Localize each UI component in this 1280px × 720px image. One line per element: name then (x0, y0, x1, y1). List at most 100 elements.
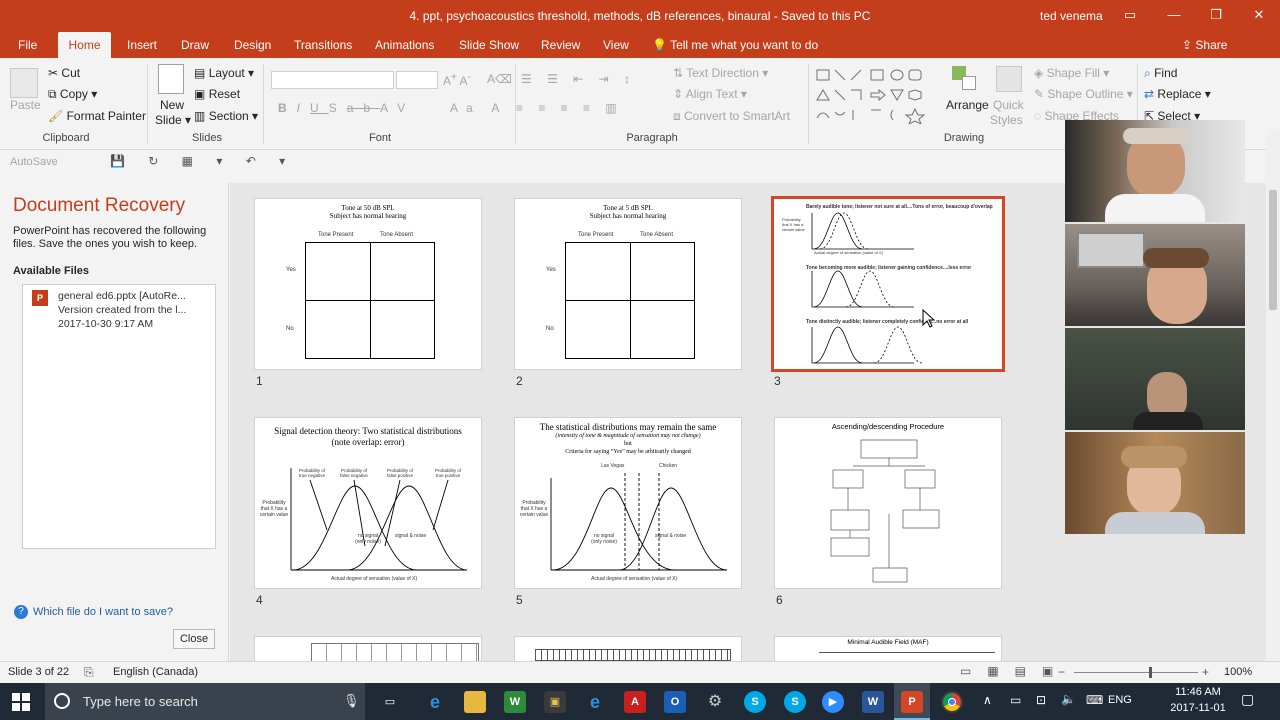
language-status[interactable]: English (Canada) (113, 666, 198, 678)
cut-button[interactable]: ✂ Cut (48, 66, 80, 80)
settings-gear-icon[interactable]: ⚙ (704, 691, 726, 713)
which-file-link[interactable]: Which file do I want to save? (33, 606, 173, 618)
file-explorer-icon[interactable] (464, 691, 486, 713)
text-direction-button[interactable]: ⇅ Text Direction ▾ (673, 66, 768, 80)
skype-icon[interactable]: S (744, 691, 766, 713)
align-icons[interactable]: ≡ ≡ ≡ ≡ ▥ (516, 101, 623, 115)
zoom-level[interactable]: 100% (1224, 666, 1252, 678)
recovered-file-item[interactable]: P general ed6.pptx [AutoRe... Version cr… (23, 285, 215, 339)
slide-thumbnail-8[interactable] (514, 636, 742, 661)
video-tile-participant-3[interactable] (1065, 328, 1245, 430)
share-button[interactable]: ⇪ Share (1182, 32, 1227, 58)
zoom-app-icon[interactable]: ▶ (822, 691, 844, 713)
new-slide-button-line2[interactable]: Slide ▾ (155, 113, 191, 127)
task-view-icon[interactable]: ▭ (379, 691, 401, 713)
zoom-out-icon[interactable]: − (1058, 665, 1065, 679)
volume-icon[interactable]: 🔈 (1061, 692, 1076, 706)
arrange-icon[interactable] (952, 66, 978, 92)
zoom-slider[interactable] (1074, 672, 1198, 673)
slide-thumbnail-5[interactable]: The statistical distributions may remain… (514, 417, 742, 589)
slide-thumbnail-3[interactable]: Barely audible tone; listener not sure a… (771, 196, 1005, 372)
slide-thumbnail-9[interactable]: Minimal Audible Field (MAF) (774, 636, 1002, 661)
new-slide-icon[interactable] (158, 64, 184, 94)
qat-icons[interactable]: 💾 ↻ ▦ ▾ ↶ ▾ (110, 154, 295, 168)
layout-button[interactable]: ▤ Layout ▾ (194, 66, 254, 80)
clock-time[interactable]: 11:46 AM (1172, 686, 1224, 698)
tab-review[interactable]: Review (535, 32, 586, 58)
video-tile-participant-2[interactable] (1065, 224, 1245, 326)
copy-button[interactable]: ⧉ Copy ▾ (48, 87, 97, 102)
quick-styles-icon[interactable] (996, 66, 1022, 92)
ribbon-display-icon[interactable]: ▭ (1120, 6, 1140, 24)
maximize-icon[interactable]: ❐ (1206, 6, 1226, 24)
internet-explorer-icon[interactable]: e (584, 691, 606, 713)
input-language[interactable]: ENG (1108, 694, 1132, 706)
paste-icon[interactable] (10, 68, 38, 98)
scrollbar-thumb[interactable] (1269, 190, 1277, 310)
zoom-in-icon[interactable]: + (1202, 665, 1209, 679)
edge-icon[interactable]: e (424, 691, 446, 713)
tab-home[interactable]: Home (58, 32, 111, 58)
font-name-box[interactable] (271, 71, 394, 89)
video-tile-participant-1[interactable] (1065, 120, 1245, 222)
zoom-slider-thumb[interactable] (1149, 667, 1152, 678)
list-icons[interactable]: ☰ ☰ ⇤ ⇥ ↕ (521, 72, 636, 86)
windows-start-icon[interactable] (12, 693, 30, 711)
font-style-icons[interactable]: BIUSabAV (278, 101, 415, 115)
new-slide-button[interactable]: New (160, 98, 184, 112)
close-window-icon[interactable]: ✕ (1249, 6, 1269, 24)
reset-button[interactable]: ▣ Reset (194, 87, 240, 101)
slide-thumbnail-4[interactable]: Signal detection theory: Two statistical… (254, 417, 482, 589)
powerpoint-icon[interactable]: P (901, 691, 923, 713)
view-buttons[interactable]: ▭▦▤▣ (960, 664, 1069, 678)
replace-button[interactable]: ⇄ Replace ▾ (1144, 87, 1211, 101)
tab-file[interactable]: File (12, 32, 43, 58)
tell-me-box[interactable]: 💡 Tell me what you want to do (652, 32, 818, 58)
quick-styles-button[interactable]: Quick (993, 98, 1024, 112)
acrobat-icon[interactable]: A (624, 691, 646, 713)
word-icon[interactable]: W (862, 691, 884, 713)
microphone-icon[interactable]: 🎙 (343, 693, 360, 709)
tab-draw[interactable]: Draw (175, 32, 215, 58)
format-painter-button[interactable]: 🖌 Format Painter (48, 109, 146, 123)
tab-design[interactable]: Design (228, 32, 277, 58)
tab-transitions[interactable]: Transitions (288, 32, 358, 58)
slide-thumbnail-2[interactable]: Tone at 5 dB SPL Subject has normal hear… (514, 198, 742, 370)
shapes-gallery[interactable] (815, 68, 927, 126)
autosave-toggle[interactable]: AutoSave (10, 156, 58, 168)
tab-view[interactable]: View (597, 32, 635, 58)
tray-chevron-icon[interactable]: ∧ (983, 693, 992, 707)
find-button[interactable]: ⌕ Find (1144, 66, 1177, 81)
chrome-icon[interactable] (941, 691, 963, 713)
slide-thumbnail-7[interactable] (254, 636, 482, 661)
notifications-icon[interactable]: ▢ (1241, 691, 1254, 708)
font-size-box[interactable] (396, 71, 438, 89)
convert-smartart-button[interactable]: ⧈ Convert to SmartArt (673, 109, 790, 124)
align-text-button[interactable]: ⇕ Align Text ▾ (673, 87, 747, 101)
tab-animations[interactable]: Animations (369, 32, 440, 58)
tab-insert[interactable]: Insert (121, 32, 163, 58)
clock-date[interactable]: 2017-11-01 (1170, 702, 1226, 714)
skype-business-icon[interactable]: S (784, 691, 806, 713)
notes-icon[interactable]: ⎘ (84, 665, 94, 680)
store-icon[interactable]: ▣ (544, 691, 566, 713)
clear-formatting-icon[interactable]: A⌫ (487, 72, 512, 86)
paste-button[interactable]: Paste (10, 98, 41, 112)
close-recovery-button[interactable]: Close (173, 629, 215, 649)
quick-styles-button-line2[interactable]: Styles (990, 113, 1023, 127)
tab-slide-show[interactable]: Slide Show (453, 32, 525, 58)
video-tile-participant-4[interactable] (1065, 432, 1245, 534)
taskbar-search[interactable]: Type here to search 🎙 (45, 683, 365, 720)
battery-icon[interactable]: ▭ (1010, 693, 1021, 707)
section-button[interactable]: ▥ Section ▾ (194, 109, 258, 123)
arrange-button[interactable]: Arrange (946, 98, 989, 112)
font-color-icons[interactable]: Aa A (450, 101, 507, 115)
network-icon[interactable]: ⊡ (1036, 693, 1046, 707)
font-size-grow-icon[interactable]: A+ A- (443, 72, 471, 88)
outlook-icon[interactable]: O (664, 691, 686, 713)
shape-fill-button[interactable]: ◈ Shape Fill ▾ (1034, 66, 1109, 80)
slide-thumbnail-6[interactable]: Ascending/descending Procedure (774, 417, 1002, 589)
keyboard-icon[interactable]: ⌨ (1086, 693, 1103, 707)
app-icon[interactable]: W (504, 691, 526, 713)
shape-outline-button[interactable]: ✎ Shape Outline ▾ (1034, 87, 1133, 101)
